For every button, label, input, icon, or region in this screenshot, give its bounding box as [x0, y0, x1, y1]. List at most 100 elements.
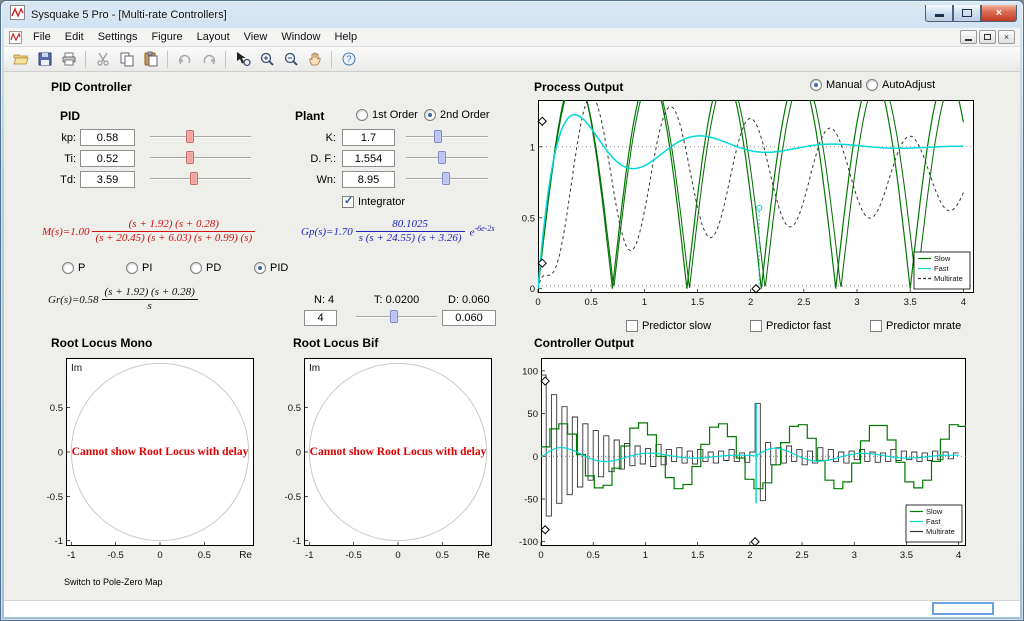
- order-1st-radio[interactable]: [356, 109, 368, 121]
- root-locus-bif-plot[interactable]: -1-0.500.5-1-0.500.5ImReCannot show Root…: [270, 353, 502, 564]
- print-button[interactable]: [57, 49, 80, 70]
- child-restore-button[interactable]: [979, 30, 996, 44]
- predictor-slow-checkbox[interactable]: [626, 320, 638, 332]
- menu-figure[interactable]: Figure: [144, 29, 189, 45]
- df-slider-thumb[interactable]: [438, 151, 446, 164]
- pan-button[interactable]: [303, 49, 326, 70]
- open-button[interactable]: [9, 49, 32, 70]
- predictor-slow-option: Predictor slow: [626, 320, 711, 332]
- kp-input[interactable]: [80, 129, 135, 146]
- controller-output-heading: Controller Output: [534, 336, 634, 350]
- manual-option: Manual: [810, 79, 862, 91]
- save-button[interactable]: [33, 49, 56, 70]
- mode-pd-radio[interactable]: [190, 262, 202, 274]
- re-axis-label: Re: [239, 550, 252, 561]
- root-locus-warning: Cannot show Root Locus with delay: [72, 446, 249, 458]
- plot-area[interactable]: [539, 101, 974, 293]
- ti-slider-thumb[interactable]: [186, 151, 194, 164]
- close-button[interactable]: ×: [981, 5, 1017, 22]
- menu-window[interactable]: Window: [274, 29, 327, 45]
- restore-icon: [984, 34, 991, 40]
- toolbar-separator: [225, 51, 226, 68]
- mode-pid-radio[interactable]: [254, 262, 266, 274]
- td-slider-thumb[interactable]: [190, 172, 198, 185]
- titlebar[interactable]: Sysquake 5 Pro - [Multi-rate Controllers…: [1, 1, 1023, 25]
- redo-button[interactable]: [197, 49, 220, 70]
- wn-slider[interactable]: [406, 172, 488, 186]
- zoom-in-icon: [259, 51, 275, 67]
- minimize-icon: [935, 14, 944, 17]
- window-title: Sysquake 5 Pro - [Multi-rate Controllers…: [31, 9, 227, 21]
- wn-slider-thumb[interactable]: [442, 172, 450, 185]
- cut-button[interactable]: [91, 49, 114, 70]
- svg-text:0.5: 0.5: [522, 213, 535, 224]
- minimize-button[interactable]: [925, 5, 953, 22]
- svg-text:?: ?: [346, 54, 351, 64]
- copy-button[interactable]: [115, 49, 138, 70]
- switch-pole-zero-link[interactable]: Switch to Pole-Zero Map: [64, 577, 163, 587]
- zoom-select-button[interactable]: [231, 49, 254, 70]
- svg-text:100: 100: [522, 366, 538, 377]
- wn-input[interactable]: [342, 171, 395, 188]
- predictor-mrate-checkbox[interactable]: [870, 320, 882, 332]
- root-locus-mono-heading: Root Locus Mono: [51, 336, 152, 350]
- help-button[interactable]: ?: [337, 49, 360, 70]
- menu-settings[interactable]: Settings: [91, 29, 145, 45]
- mode-p-radio[interactable]: [62, 262, 74, 274]
- zoom-out-icon: [283, 51, 299, 67]
- kp-slider-thumb[interactable]: [186, 130, 194, 143]
- zoom-in-button[interactable]: [255, 49, 278, 70]
- child-close-button[interactable]: ×: [998, 30, 1015, 44]
- k-slider-thumb[interactable]: [434, 130, 442, 143]
- zoom-out-button[interactable]: [279, 49, 302, 70]
- td-slider[interactable]: [150, 172, 251, 186]
- svg-text:-0.5: -0.5: [345, 550, 361, 561]
- controller-output-plot[interactable]: 00.511.522.533.54-100-50050100SlowFastMu…: [507, 353, 975, 563]
- svg-text:-1: -1: [55, 536, 63, 547]
- svg-text:3: 3: [852, 550, 857, 561]
- svg-text:3: 3: [854, 297, 859, 308]
- order-2nd-radio[interactable]: [424, 109, 436, 121]
- undo-icon: [177, 51, 193, 67]
- k-input[interactable]: [342, 129, 395, 146]
- t-slider[interactable]: [356, 310, 437, 324]
- mode-pid: PID: [254, 262, 288, 274]
- td-input[interactable]: [80, 171, 135, 188]
- df-label: D. F.:: [292, 153, 336, 165]
- maximize-button[interactable]: [953, 5, 981, 22]
- autoadjust-radio[interactable]: [866, 79, 878, 91]
- predictor-fast-checkbox[interactable]: [750, 320, 762, 332]
- paste-button[interactable]: [139, 49, 162, 70]
- integrator-checkbox[interactable]: [342, 196, 354, 208]
- svg-text:Slow: Slow: [934, 254, 951, 263]
- svg-text:0: 0: [538, 550, 543, 561]
- undo-button[interactable]: [173, 49, 196, 70]
- child-minimize-button[interactable]: [960, 30, 977, 44]
- autoadjust-option: AutoAdjust: [866, 79, 935, 91]
- mode-pi-radio[interactable]: [126, 262, 138, 274]
- manual-radio[interactable]: [810, 79, 822, 91]
- menu-view[interactable]: View: [237, 29, 275, 45]
- ti-input[interactable]: [80, 150, 135, 167]
- menu-file[interactable]: File: [26, 29, 58, 45]
- menu-help[interactable]: Help: [327, 29, 364, 45]
- root-locus-mono-plot[interactable]: -1-0.500.5-1-0.500.5ImReCannot show Root…: [32, 353, 264, 564]
- ti-slider[interactable]: [150, 151, 251, 165]
- svg-text:0.5: 0.5: [288, 403, 301, 414]
- k-slider[interactable]: [406, 130, 488, 144]
- process-output-plot[interactable]: 00.511.522.533.5400.51SlowFastMultirate: [509, 96, 977, 310]
- svg-text:0: 0: [530, 284, 535, 295]
- t-slider-thumb[interactable]: [390, 310, 398, 323]
- command-box[interactable]: [932, 602, 994, 615]
- kp-slider[interactable]: [150, 130, 251, 144]
- document-icon[interactable]: [9, 31, 22, 44]
- menu-edit[interactable]: Edit: [58, 29, 91, 45]
- df-slider[interactable]: [406, 151, 488, 165]
- df-input[interactable]: [342, 150, 395, 167]
- d-input[interactable]: [442, 310, 496, 326]
- maximize-icon: [962, 9, 972, 17]
- svg-text:-1: -1: [67, 550, 75, 561]
- menu-layout[interactable]: Layout: [190, 29, 237, 45]
- n-input[interactable]: [304, 310, 337, 326]
- svg-text:50: 50: [527, 409, 538, 420]
